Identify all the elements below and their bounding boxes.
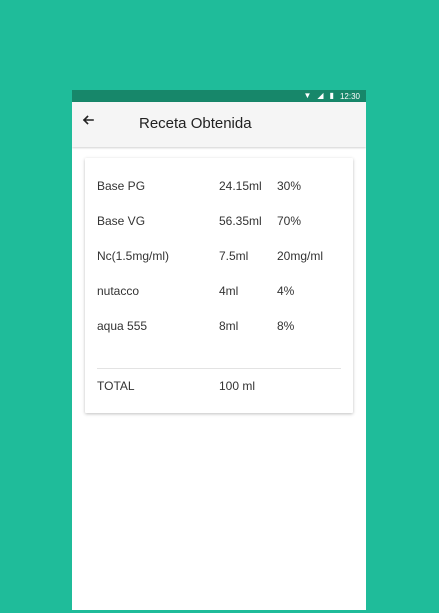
total-volume: 100 ml — [219, 379, 256, 393]
app-screen: ▼ ◢ ▮ 12:30 Receta Obtenida Base PG 24.1… — [72, 90, 366, 610]
ingredient-percent: 20mg/ml — [277, 249, 324, 263]
ingredient-volume: 56.35ml — [219, 214, 262, 228]
signal-icon: ◢ — [317, 91, 324, 100]
total-row: TOTAL 100 ml — [97, 379, 341, 399]
total-label: TOTAL — [97, 379, 135, 393]
ingredient-percent: 30% — [277, 179, 302, 193]
ingredient-name: Base VG — [97, 214, 146, 228]
ingredient-percent: 70% — [277, 214, 302, 228]
status-time: 12:30 — [339, 91, 360, 101]
total-divider — [97, 368, 341, 369]
toolbar: Receta Obtenida — [72, 102, 366, 147]
recipe-row: Nc(1.5mg/ml) 7.5ml 20mg/ml — [97, 249, 341, 269]
recipe-card: Base PG 24.15ml 30% Base VG 56.35ml 70% … — [85, 158, 353, 413]
ingredient-name: Nc(1.5mg/ml) — [97, 249, 170, 263]
status-bar: ▼ ◢ ▮ 12:30 — [72, 90, 366, 102]
recipe-row: Base PG 24.15ml 30% — [97, 179, 341, 199]
recipe-row: aqua 555 8ml 8% — [97, 319, 341, 339]
ingredient-name: nutacco — [97, 284, 140, 298]
wifi-icon: ▼ — [303, 91, 312, 100]
ingredient-volume: 7.5ml — [219, 249, 249, 263]
arrow-back-icon[interactable] — [80, 112, 96, 128]
ingredient-name: aqua 555 — [97, 319, 148, 333]
battery-icon: ▮ — [329, 91, 334, 100]
ingredient-volume: 8ml — [219, 319, 239, 333]
ingredient-name: Base PG — [97, 179, 146, 193]
page-title: Receta Obtenida — [139, 115, 252, 132]
ingredient-percent: 8% — [277, 319, 295, 333]
recipe-row: Base VG 56.35ml 70% — [97, 214, 341, 234]
recipe-row: nutacco 4ml 4% — [97, 284, 341, 304]
ingredient-volume: 24.15ml — [219, 179, 262, 193]
ingredient-percent: 4% — [277, 284, 295, 298]
ingredient-volume: 4ml — [219, 284, 239, 298]
